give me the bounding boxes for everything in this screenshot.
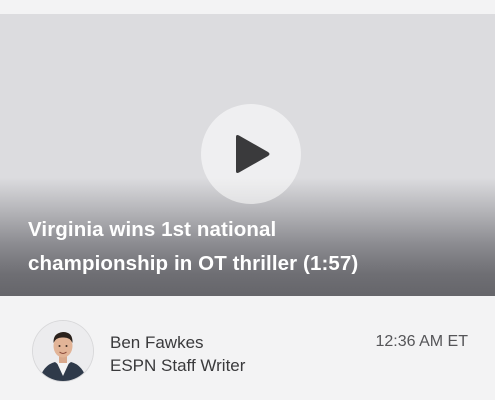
video-title-line-2: championship in OT thriller (1:57)	[28, 252, 359, 275]
publish-timestamp: 12:36 AM ET	[375, 333, 469, 350]
author-byline: Ben Fawkes ESPN Staff Writer 12:36 AM ET	[0, 296, 495, 400]
author-avatar[interactable]	[33, 321, 93, 381]
author-name[interactable]: Ben Fawkes	[110, 333, 204, 353]
video-player[interactable]: Virginia wins 1st national championship …	[0, 14, 495, 296]
play-button[interactable]	[201, 104, 301, 204]
video-title: Virginia wins 1st national championship …	[28, 213, 468, 281]
top-strip	[0, 0, 495, 14]
author-role: ESPN Staff Writer	[110, 356, 246, 375]
video-title-line-1: Virginia wins 1st national	[28, 218, 277, 241]
play-icon	[236, 135, 270, 173]
author-photo-icon	[33, 321, 93, 381]
